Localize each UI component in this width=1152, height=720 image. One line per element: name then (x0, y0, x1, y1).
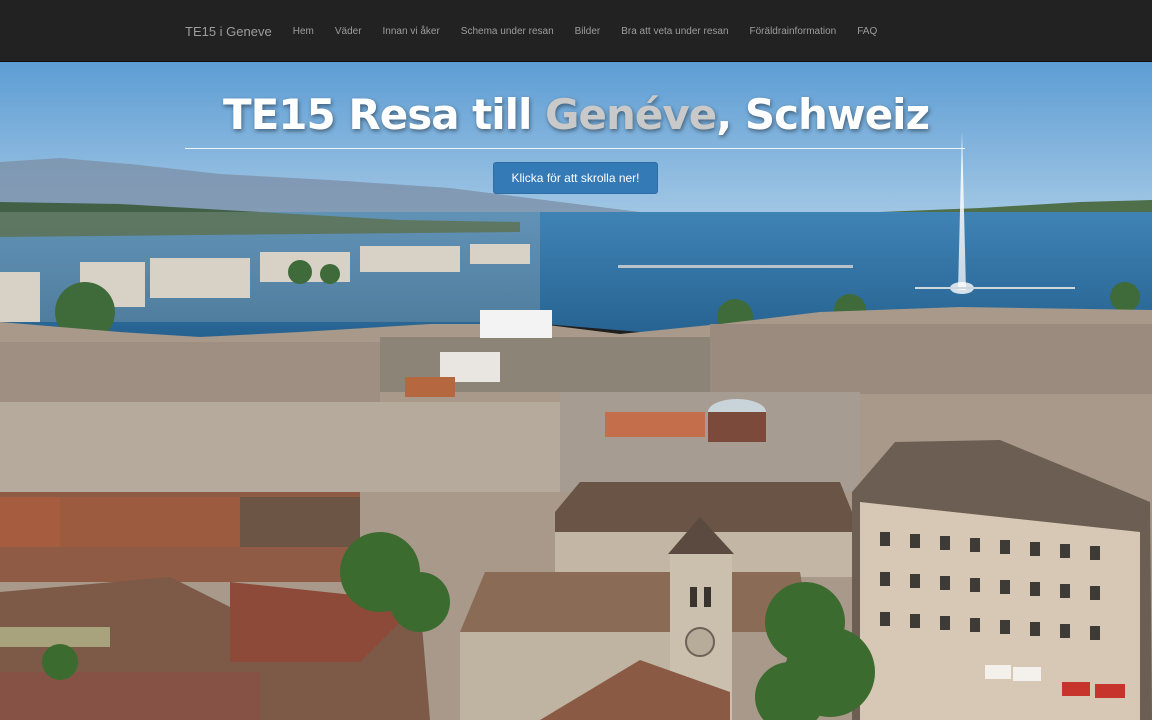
title-suffix: , Schweiz (716, 90, 930, 139)
title-prefix: TE15 Resa till (222, 90, 546, 139)
nav-links: Hem Väder Innan vi åker Schema under res… (293, 26, 878, 37)
hero-title: TE15 Resa till Genéve, Schweiz (0, 90, 1152, 139)
hero-divider (185, 148, 965, 149)
scroll-down-button[interactable]: Klicka för att skrolla ner! (493, 162, 658, 194)
title-highlight: Genéve (545, 90, 717, 139)
nav-link-bra-att-veta[interactable]: Bra att veta under resan (621, 26, 728, 37)
geneva-cityscape-image (0, 62, 1152, 720)
nav-link-hem[interactable]: Hem (293, 26, 314, 37)
nav-link-innan-vi-aker[interactable]: Innan vi åker (383, 26, 440, 37)
brand-link[interactable]: TE15 i Geneve (185, 24, 272, 39)
nav-link-bilder[interactable]: Bilder (575, 26, 601, 37)
nav-link-foraldrainformation[interactable]: Föräldrainformation (750, 26, 837, 37)
nav-link-vader[interactable]: Väder (335, 26, 362, 37)
navbar: TE15 i Geneve Hem Väder Innan vi åker Sc… (0, 0, 1152, 62)
nav-link-schema[interactable]: Schema under resan (461, 26, 554, 37)
navbar-inner: TE15 i Geneve Hem Väder Innan vi åker Sc… (185, 0, 877, 62)
hero-section: TE15 Resa till Genéve, Schweiz Klicka fö… (0, 62, 1152, 720)
nav-link-faq[interactable]: FAQ (857, 26, 877, 37)
